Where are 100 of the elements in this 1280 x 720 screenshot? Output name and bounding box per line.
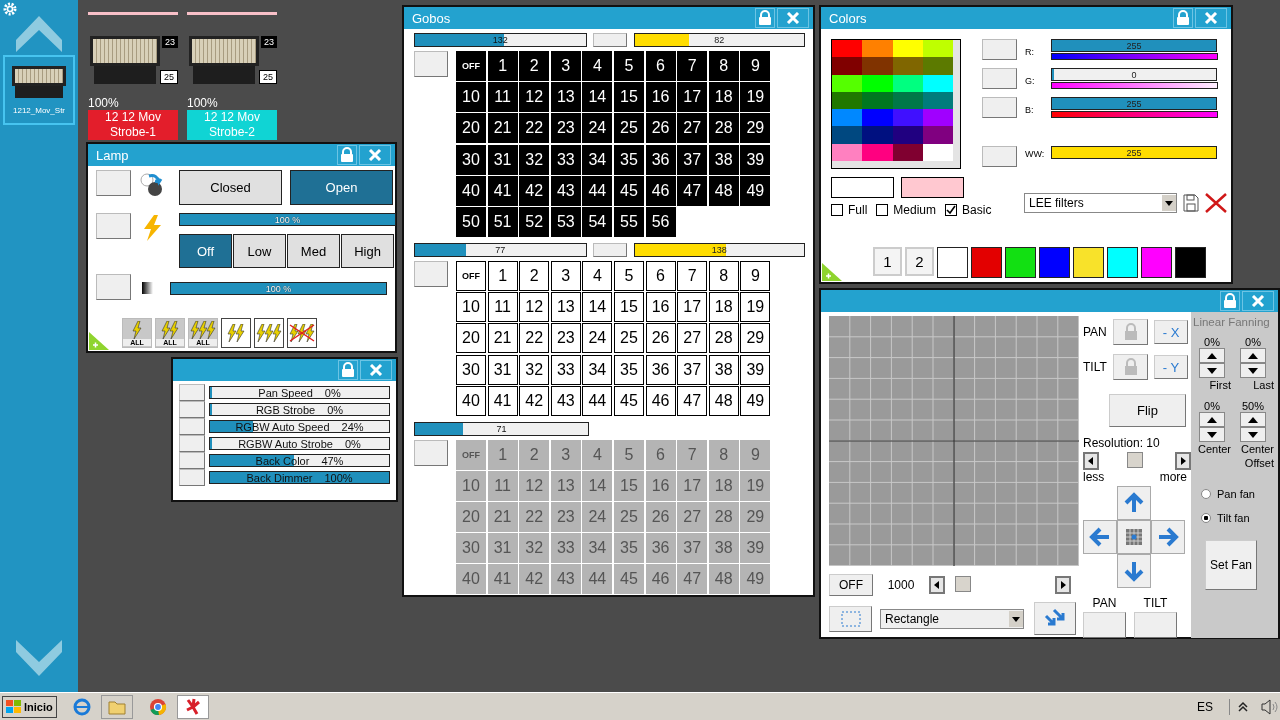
- close-button[interactable]: [1242, 291, 1274, 311]
- gobo-button[interactable]: 49: [740, 175, 771, 206]
- gobo-button[interactable]: 15: [613, 292, 644, 323]
- taskbar-button[interactable]: [176, 694, 209, 719]
- gobo-button[interactable]: 31: [487, 533, 518, 564]
- gobo-button[interactable]: 40: [456, 564, 486, 595]
- left-arrow-icon[interactable]: [1083, 452, 1099, 470]
- color-swatch[interactable]: [892, 109, 923, 127]
- gobo-button[interactable]: 49: [740, 385, 771, 416]
- gobo-button[interactable]: 28: [708, 113, 739, 144]
- gobo-button[interactable]: 48: [708, 385, 739, 416]
- decrease-button[interactable]: [1199, 363, 1225, 378]
- slider-track[interactable]: Pan Speed 0%: [209, 386, 390, 399]
- gobo-button[interactable]: 31: [487, 354, 518, 385]
- lock-button[interactable]: [1113, 354, 1148, 380]
- gobo-button[interactable]: 46: [645, 385, 676, 416]
- gobo-button[interactable]: 53: [550, 206, 581, 237]
- strobe-button[interactable]: High: [341, 234, 394, 268]
- color-swatch[interactable]: [922, 57, 953, 75]
- gobo-button[interactable]: 7: [677, 439, 708, 470]
- gobo-button[interactable]: 36: [645, 144, 676, 175]
- preset-button[interactable]: [179, 418, 205, 435]
- gobo-button[interactable]: 27: [677, 502, 708, 533]
- gobo-button[interactable]: 13: [550, 470, 581, 501]
- slider-track[interactable]: 77: [414, 242, 587, 257]
- preset-button[interactable]: [982, 68, 1017, 89]
- strobe-preset-button[interactable]: [287, 318, 317, 348]
- gobo-button[interactable]: 4: [582, 51, 613, 81]
- gobo-button[interactable]: 32: [519, 144, 550, 175]
- preset-button[interactable]: [592, 242, 627, 257]
- radio-button[interactable]: [1201, 489, 1211, 499]
- slider-track[interactable]: 255: [1051, 97, 1217, 110]
- increase-button[interactable]: [1240, 412, 1266, 427]
- gobo-button[interactable]: 6: [645, 51, 676, 81]
- gobo-button[interactable]: 1: [487, 51, 518, 81]
- gobo-button[interactable]: 39: [740, 533, 771, 564]
- delete-icon[interactable]: [1205, 193, 1227, 213]
- gobo-button[interactable]: 45: [613, 175, 644, 206]
- preset-button[interactable]: [179, 401, 205, 418]
- preset-button[interactable]: [592, 33, 627, 47]
- lock-button[interactable]: [1173, 8, 1193, 28]
- shutter-button[interactable]: Closed: [179, 170, 282, 205]
- gobo-button[interactable]: 35: [613, 354, 644, 385]
- gobo-button[interactable]: 30: [456, 354, 486, 385]
- gobo-button[interactable]: 43: [550, 385, 581, 416]
- gobo-button[interactable]: 38: [708, 354, 739, 385]
- strobe-button[interactable]: Med: [287, 234, 340, 268]
- gobo-button[interactable]: 28: [708, 323, 739, 354]
- gobo-button[interactable]: 37: [677, 533, 708, 564]
- gobo-button[interactable]: 26: [645, 113, 676, 144]
- close-button[interactable]: [1195, 8, 1227, 28]
- save-icon[interactable]: [1183, 194, 1199, 212]
- color-swatch[interactable]: [892, 57, 923, 75]
- color-swatch[interactable]: [832, 109, 863, 127]
- gobo-button[interactable]: 10: [456, 470, 486, 501]
- gobo-button[interactable]: 32: [519, 533, 550, 564]
- gobo-button[interactable]: 18: [708, 82, 739, 113]
- gobo-button[interactable]: 48: [708, 175, 739, 206]
- color-swatch[interactable]: [892, 40, 923, 58]
- gobo-button[interactable]: 27: [677, 323, 708, 354]
- down-arrow-button[interactable]: [1117, 554, 1151, 588]
- color-swatch[interactable]: [1073, 247, 1104, 278]
- gobo-button[interactable]: 5: [613, 51, 644, 81]
- center-button[interactable]: [1117, 520, 1151, 554]
- gobo-button[interactable]: 12: [519, 470, 550, 501]
- gobo-button[interactable]: 45: [613, 564, 644, 595]
- gobo-button[interactable]: 23: [550, 502, 581, 533]
- color-swatch[interactable]: [892, 126, 923, 144]
- gobo-button[interactable]: 41: [487, 385, 518, 416]
- gobo-button[interactable]: 28: [708, 502, 739, 533]
- gobo-button[interactable]: 35: [613, 533, 644, 564]
- gobo-button[interactable]: 34: [582, 354, 613, 385]
- color-swatch[interactable]: [1107, 247, 1138, 278]
- color-swatch[interactable]: [1141, 247, 1172, 278]
- light-fixture-drawing[interactable]: [88, 36, 162, 86]
- gobo-button[interactable]: 41: [487, 564, 518, 595]
- gobo-button[interactable]: 52: [519, 206, 550, 237]
- gobo-button[interactable]: 49: [740, 564, 771, 595]
- gobo-button[interactable]: 38: [708, 533, 739, 564]
- gobo-button[interactable]: 20: [456, 323, 486, 354]
- off-button[interactable]: OFF: [829, 574, 873, 596]
- strobe-button[interactable]: Off: [179, 234, 232, 268]
- gobo-button[interactable]: 8: [708, 439, 739, 470]
- gobo-button[interactable]: 35: [613, 144, 644, 175]
- gobo-button[interactable]: 2: [519, 51, 550, 81]
- start-button[interactable]: Inicio: [2, 695, 57, 718]
- invert-button[interactable]: - X: [1154, 320, 1188, 344]
- page-button[interactable]: 1: [873, 247, 902, 276]
- checkbox[interactable]: [876, 204, 889, 216]
- decrease-button[interactable]: [1199, 427, 1225, 442]
- gobo-button[interactable]: 27: [677, 113, 708, 144]
- gobo-button[interactable]: 29: [740, 113, 771, 144]
- gobo-button[interactable]: 17: [677, 82, 708, 113]
- shape-dropdown[interactable]: Rectangle: [880, 608, 1024, 629]
- preset-button[interactable]: [96, 170, 131, 196]
- browser-icon[interactable]: [72, 697, 91, 716]
- gobo-button[interactable]: 20: [456, 502, 486, 533]
- increase-button[interactable]: [1240, 348, 1266, 363]
- gobo-button[interactable]: 20: [456, 113, 486, 144]
- gobo-button[interactable]: 17: [677, 470, 708, 501]
